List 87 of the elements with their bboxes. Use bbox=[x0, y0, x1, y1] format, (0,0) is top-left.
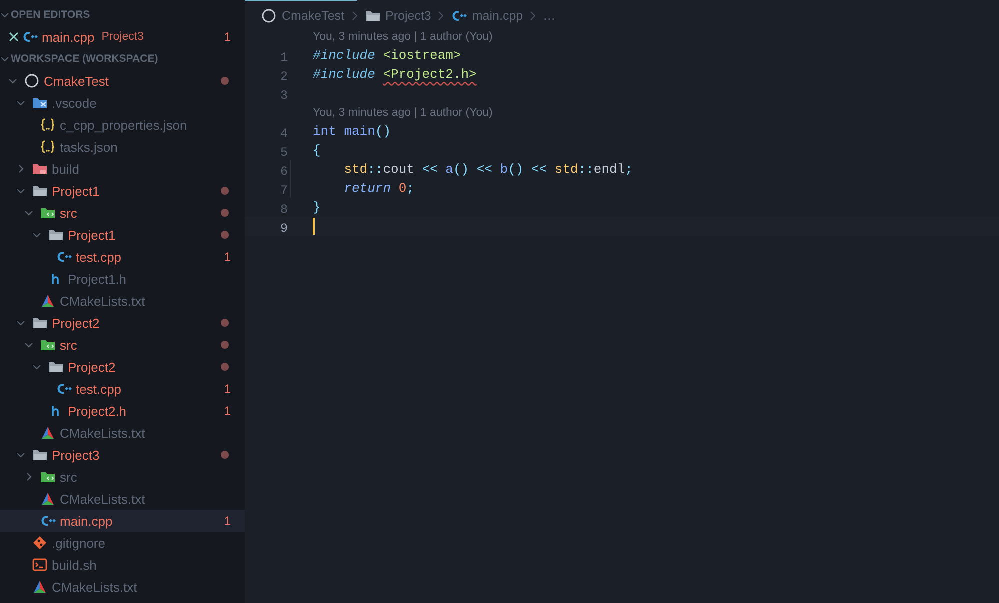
tree-item[interactable]: test.cpp 1 bbox=[0, 378, 245, 400]
chevron-icon[interactable] bbox=[32, 230, 42, 240]
section-title[interactable]: OPEN EDITORS bbox=[11, 9, 90, 21]
chevron-icon[interactable] bbox=[16, 318, 26, 328]
tree-item[interactable]: .gitignore bbox=[0, 532, 245, 554]
chevron-icon bbox=[350, 10, 359, 20]
circle-icon bbox=[24, 73, 40, 89]
tree-item[interactable]: CMakeLists.txt bbox=[0, 290, 245, 312]
tree-item[interactable]: main.cpp 1 bbox=[0, 510, 245, 532]
triangle-icon bbox=[40, 491, 56, 507]
code-line: { bbox=[313, 142, 321, 160]
chevron-icon[interactable] bbox=[24, 472, 34, 482]
code-line: return 0; bbox=[343, 180, 414, 198]
breadcrumb[interactable]: main.cpp bbox=[451, 8, 524, 24]
chevron-icon[interactable] bbox=[0, 10, 10, 20]
code-line: int main() bbox=[313, 123, 392, 141]
tree-item[interactable]: test.cpp 1 bbox=[0, 246, 245, 268]
code-line: } bbox=[313, 199, 321, 217]
breadcrumb[interactable]: CmakeTest bbox=[261, 8, 345, 24]
terminal-icon bbox=[32, 557, 48, 573]
problem-count: 1 bbox=[224, 514, 231, 528]
close-icon[interactable] bbox=[8, 31, 20, 43]
tree-item[interactable]: CMakeLists.txt bbox=[0, 488, 245, 510]
problem-count: 1 bbox=[224, 404, 231, 418]
tree-item[interactable]: CMakeLists.txt bbox=[0, 422, 245, 444]
tree-item[interactable]: src bbox=[0, 334, 245, 356]
tree-item[interactable]: build.sh bbox=[0, 554, 245, 576]
triangle-icon bbox=[40, 293, 56, 309]
problem-count: 1 bbox=[224, 382, 231, 396]
problem-count: 1 bbox=[224, 250, 231, 264]
line-number: 4 bbox=[280, 127, 288, 141]
section-title[interactable]: WORKSPACE (WORKSPACE) bbox=[11, 53, 158, 65]
tree-item[interactable]: Project2 bbox=[0, 312, 245, 334]
chevron-icon[interactable] bbox=[16, 98, 26, 108]
chevron-icon[interactable] bbox=[24, 208, 34, 218]
braces-icon bbox=[40, 117, 56, 133]
tree-item[interactable]: src bbox=[0, 466, 245, 488]
line-number: 2 bbox=[280, 70, 288, 84]
chevron-icon bbox=[529, 10, 538, 20]
cpp-file-icon bbox=[40, 513, 56, 529]
tree-item[interactable]: Project2.h 1 bbox=[0, 400, 245, 422]
line-number: 6 bbox=[280, 165, 288, 179]
codelens[interactable]: You, 3 minutes ago | 1 author (You) bbox=[313, 106, 493, 118]
folder-description: Project3 bbox=[102, 31, 144, 43]
breadcrumb[interactable]: Project3 bbox=[364, 8, 432, 24]
chevron-icon bbox=[437, 10, 446, 20]
text-cursor bbox=[313, 218, 315, 235]
line-number: 5 bbox=[280, 146, 288, 160]
tree-item[interactable]: Project1.h bbox=[0, 268, 245, 290]
chevron-icon[interactable] bbox=[32, 362, 42, 372]
chevron-icon[interactable] bbox=[16, 186, 26, 196]
problem-count: 1 bbox=[224, 30, 231, 44]
code-line: std::cout << a() << b() << std::endl; bbox=[343, 161, 633, 179]
cpp-file-icon bbox=[56, 249, 72, 265]
tree-item[interactable]: CMakeLists.txt bbox=[0, 576, 245, 598]
tree-item[interactable]: Project1 bbox=[0, 180, 245, 202]
circle-icon bbox=[261, 8, 277, 24]
code-line: #include <iostream> bbox=[313, 47, 462, 65]
chevron-icon[interactable] bbox=[0, 54, 10, 64]
tree-item[interactable]: c_cpp_properties.json bbox=[0, 114, 245, 136]
breadcrumb[interactable]: … bbox=[543, 8, 556, 22]
tree-item[interactable]: Project2 bbox=[0, 356, 245, 378]
chevron-icon[interactable] bbox=[24, 340, 34, 350]
open-editor-item[interactable]: main.cpp Project3 1 bbox=[0, 26, 245, 48]
tree-item[interactable]: Project1 bbox=[0, 224, 245, 246]
line-number: 9 bbox=[280, 222, 288, 236]
code-line: #include <Project2.h> bbox=[313, 66, 477, 84]
diamond-icon bbox=[32, 535, 48, 551]
line-number: 3 bbox=[280, 89, 288, 103]
tree-item[interactable]: CmakeTest bbox=[0, 70, 245, 92]
tree-item[interactable]: build bbox=[0, 158, 245, 180]
tree-item[interactable]: Project3 bbox=[0, 444, 245, 466]
line-number: 1 bbox=[280, 51, 288, 65]
triangle-icon bbox=[40, 425, 56, 441]
chevron-icon[interactable] bbox=[16, 164, 26, 174]
tree-item[interactable]: .vscode bbox=[0, 92, 245, 114]
chevron-icon[interactable] bbox=[8, 76, 18, 86]
tree-item[interactable]: tasks.json bbox=[0, 136, 245, 158]
codelens[interactable]: You, 3 minutes ago | 1 author (You) bbox=[313, 30, 493, 42]
braces-icon bbox=[40, 139, 56, 155]
chevron-icon[interactable] bbox=[16, 450, 26, 460]
triangle-icon bbox=[32, 579, 48, 595]
tree-item[interactable]: src bbox=[0, 202, 245, 224]
cpp-file-icon bbox=[22, 29, 38, 45]
line-number: 8 bbox=[280, 203, 288, 217]
line-number: 7 bbox=[280, 184, 288, 198]
cpp-file-icon bbox=[56, 381, 72, 397]
